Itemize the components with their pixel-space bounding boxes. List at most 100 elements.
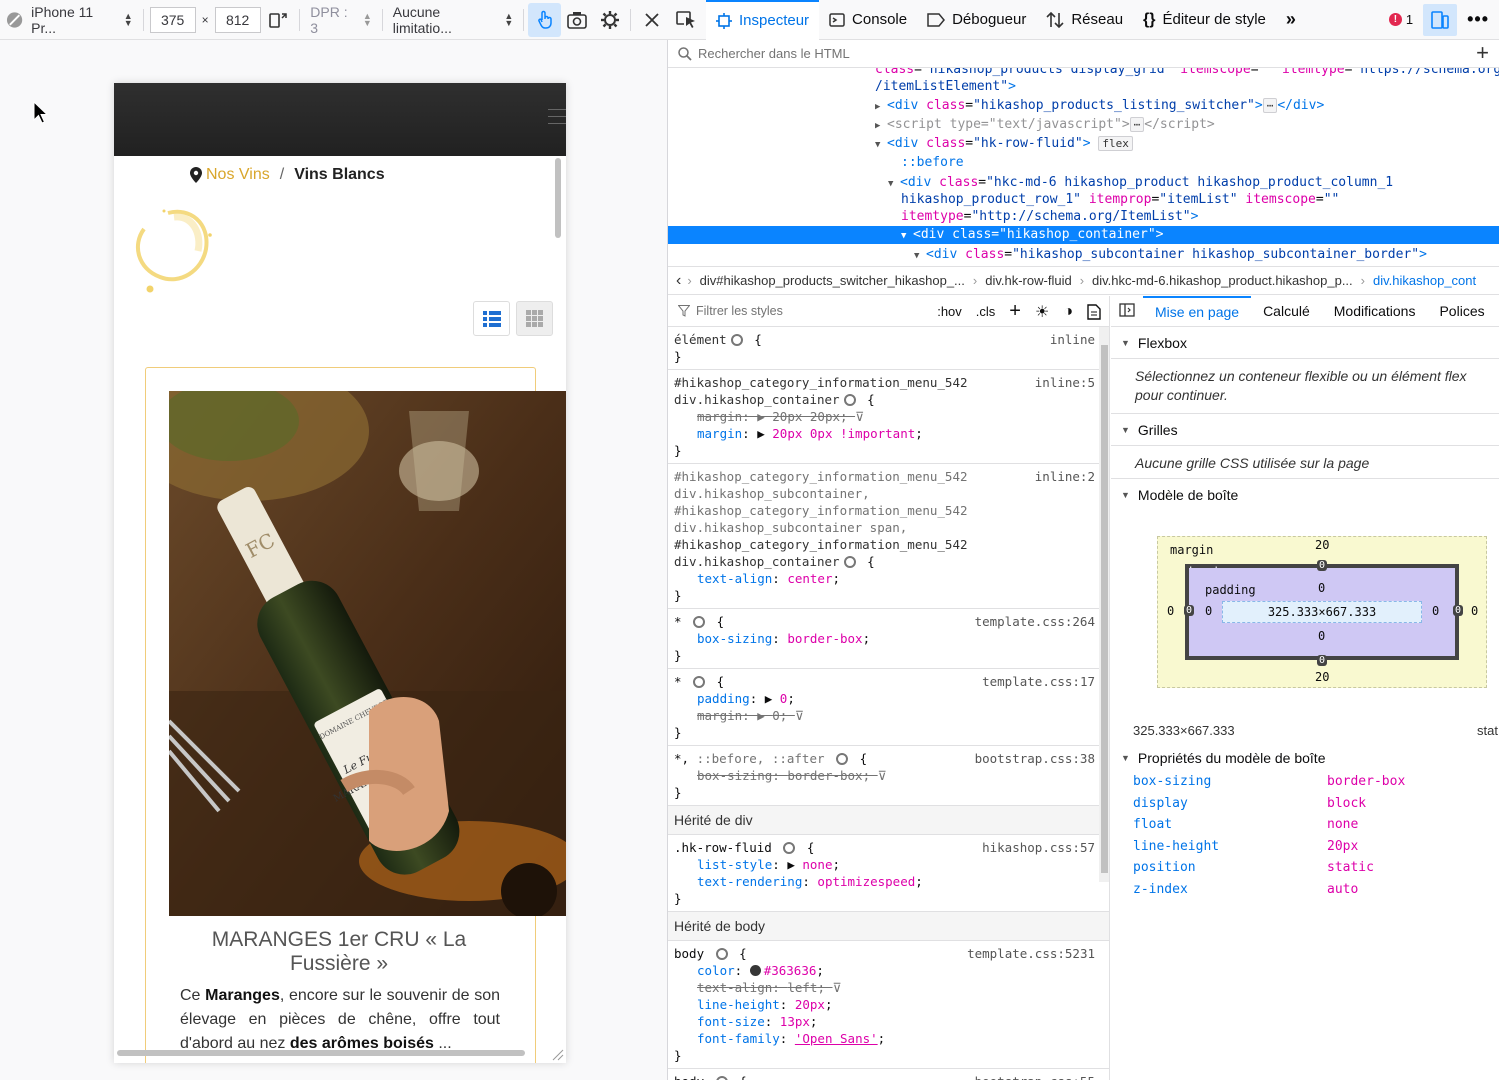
viewport-width-input[interactable]: 375 [149, 6, 196, 33]
throttling-selector[interactable]: Aucune limitatio... ▲ ▼ [387, 0, 520, 40]
breadcrumb-node-selected[interactable]: div.hikashop_cont [1365, 273, 1484, 288]
error-indicator[interactable]: ! 1 [1379, 0, 1423, 40]
tab-changes[interactable]: Modifications [1322, 296, 1428, 327]
hov-toggle[interactable]: :hov [937, 304, 962, 319]
css-rule[interactable]: #hikashop_category_information_menu_542 d… [668, 464, 1109, 609]
tab-debugger[interactable]: Débogueur [917, 0, 1036, 40]
tab-console[interactable]: Console [819, 0, 917, 40]
markup-line[interactable]: itemtype="http://schema.org/ItemList"> [901, 208, 1198, 225]
light-scheme-icon[interactable]: ☀ [1035, 302, 1049, 322]
breadcrumb-node[interactable]: div#hikashop_products_switcher_hikashop_… [692, 273, 973, 288]
cls-toggle[interactable]: .cls [976, 304, 996, 319]
bm-margin-right[interactable]: 0 [1471, 604, 1478, 618]
css-rule[interactable]: .hk-row-fluid {hikashop.css:57 list-styl… [668, 835, 1109, 912]
css-rule[interactable]: #hikashop_category_information_menu_542 d… [668, 370, 1109, 464]
gear-icon[interactable] [843, 556, 856, 568]
contrast-icon[interactable]: ◑ [1063, 303, 1073, 321]
bm-border-bottom[interactable]: 0 [1317, 655, 1328, 666]
markup-line[interactable]: hikashop_product_row_1" itemprop="itemLi… [901, 191, 1339, 208]
list-view-button[interactable] [473, 301, 510, 336]
bm-margin-bottom[interactable]: 20 [1315, 670, 1329, 684]
bm-padding-right[interactable]: 0 [1432, 604, 1439, 618]
device-viewport[interactable]: Nos Vins / Vins Blancs Le MARANGES DOMAI… [114, 83, 566, 1063]
toggle-sidebar-icon[interactable] [1111, 302, 1143, 320]
tab-fonts[interactable]: Polices [1427, 296, 1496, 327]
css-rule[interactable]: * {template.css:17 padding: ▶ 0; margin:… [668, 669, 1109, 746]
chevron-left-icon[interactable]: ‹ [668, 272, 687, 290]
bm-padding-top[interactable]: 0 [1318, 581, 1325, 595]
css-rule[interactable]: *, ::before, ::after {bootstrap.css:38 b… [668, 746, 1109, 806]
bm-border-right[interactable]: 0 [1453, 605, 1464, 616]
prop-row[interactable]: line-height 20px [1111, 836, 1499, 858]
product-title[interactable]: MARANGES 1er CRU « La Fussière » [169, 928, 509, 976]
grid-view-button[interactable] [516, 301, 553, 336]
markup-line[interactable]: ▼ <div class="hk-row-fluid"> flex [875, 135, 1133, 154]
markup-line[interactable]: /itemListElement"> [875, 78, 1016, 95]
color-swatch[interactable] [749, 965, 761, 976]
html-search-input[interactable]: Rechercher dans le HTML [698, 46, 850, 61]
tab-style-editor[interactable]: {} Éditeur de style [1133, 0, 1276, 40]
breadcrumb-link-nos-vins[interactable]: Nos Vins [206, 166, 270, 184]
breadcrumb-node[interactable]: div.hk-row-fluid [977, 273, 1079, 288]
rotate-button[interactable] [263, 3, 296, 37]
touch-simulation-button[interactable] [528, 2, 561, 37]
breadcrumb-node[interactable]: div.hkc-md-6.hikashop_product.hikashop_p… [1084, 273, 1361, 288]
markup-line[interactable]: class="hikashop_products display_grid" i… [875, 68, 1499, 78]
bm-border-top[interactable]: 0 [1317, 560, 1328, 571]
gear-icon[interactable] [783, 842, 796, 854]
markup-line[interactable]: ▶ <div class="hikashop_products_listing_s… [875, 97, 1324, 116]
horizontal-scrollbar[interactable] [117, 1050, 525, 1056]
prop-row[interactable]: display block [1111, 793, 1499, 815]
gear-icon[interactable] [693, 616, 706, 628]
close-rdm-button[interactable] [635, 3, 668, 37]
flexbox-section-header[interactable]: ▼ Flexbox [1111, 327, 1499, 359]
bm-border-left[interactable]: 0 [1184, 605, 1195, 616]
viewport-height-input[interactable]: 812 [214, 6, 261, 33]
markup-line[interactable]: ▼ <div class="hikashop_subcontainer hikas… [914, 246, 1427, 265]
css-rule[interactable]: body {bootstrap.css:55 font-family: -app… [668, 1069, 1109, 1080]
tab-computed[interactable]: Calculé [1251, 296, 1322, 327]
boxmodel-props-header[interactable]: ▼ Propriétés du modèle de boîte [1111, 745, 1499, 771]
bm-padding-left[interactable]: 0 [1205, 604, 1212, 618]
resize-handle-icon[interactable] [550, 1047, 564, 1061]
grid-section-header[interactable]: ▼ Grilles [1111, 414, 1499, 446]
add-rule-icon[interactable]: + [1009, 300, 1021, 323]
gear-icon[interactable] [715, 948, 728, 960]
gear-icon[interactable] [730, 334, 743, 346]
prop-row[interactable]: z-index auto [1111, 879, 1499, 901]
gear-icon[interactable] [843, 394, 856, 406]
device-selector[interactable]: iPhone 11 Pr... ▲ ▼ [0, 0, 139, 40]
boxmodel-section-header[interactable]: ▼ Modèle de boîte [1111, 479, 1499, 511]
print-media-icon[interactable] [1087, 303, 1101, 320]
markup-line[interactable]: ▶ <script type="text/javascript"> ⋯ </scrip… [875, 116, 1215, 135]
markup-line[interactable]: ::before [901, 154, 964, 171]
prop-row[interactable]: float none [1111, 814, 1499, 836]
product-image[interactable]: Le Fussière MARANGES 1er CRU DOMAINE CHE… [169, 391, 566, 916]
tab-network[interactable]: Réseau [1036, 0, 1133, 40]
css-rule[interactable]: élément {inline} [668, 327, 1109, 370]
screenshot-button[interactable] [561, 3, 594, 37]
gear-icon[interactable] [693, 676, 706, 688]
responsive-mode-button[interactable] [1423, 3, 1458, 36]
prop-row[interactable]: position static [1111, 857, 1499, 879]
bm-margin-left[interactable]: 0 [1167, 604, 1174, 618]
markup-line-selected[interactable]: ▼ <div class="hikashop_container"> [668, 226, 1499, 244]
gear-icon[interactable] [715, 1076, 728, 1080]
filter-styles-input[interactable]: Filtrer les styles [696, 304, 783, 318]
element-picker-button[interactable] [668, 0, 706, 40]
tab-inspector[interactable]: Inspecteur [706, 0, 820, 40]
css-rule[interactable]: * {template.css:264 box-sizing: border-b… [668, 609, 1109, 669]
gear-icon[interactable] [836, 753, 849, 765]
devtools-menu-button[interactable]: ••• [1457, 0, 1499, 40]
rules-scrollbar[interactable] [1099, 327, 1109, 882]
bm-padding-bottom[interactable]: 0 [1318, 629, 1325, 643]
vertical-scrollbar[interactable] [555, 158, 561, 238]
bm-margin-top[interactable]: 20 [1315, 538, 1329, 552]
prop-row[interactable]: box-sizing border-box [1111, 771, 1499, 793]
settings-button[interactable] [594, 3, 627, 37]
css-rule[interactable]: body {template.css:5231 color: #363636; … [668, 941, 1109, 1069]
dpr-selector[interactable]: DPR : 3 ▲ ▼ [304, 0, 377, 40]
menu-icon[interactable] [548, 109, 566, 130]
html-search-bar[interactable]: Rechercher dans le HTML [668, 40, 1499, 68]
add-node-button[interactable]: + [1476, 42, 1489, 64]
